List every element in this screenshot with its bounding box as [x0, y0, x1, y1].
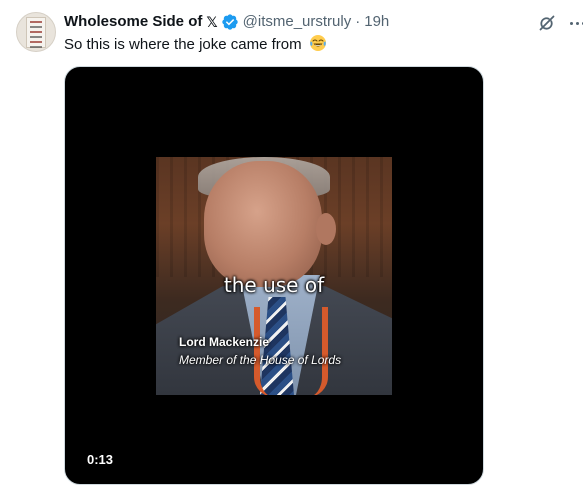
- video-subtitle: the use of: [223, 273, 325, 297]
- tweet-body: So this is where the joke came from: [64, 36, 302, 53]
- grok-icon: [539, 15, 555, 31]
- speaker-title: Member of the House of Lords: [179, 353, 342, 367]
- verified-badge-icon[interactable]: [221, 13, 239, 31]
- tweet-header: Wholesome Side of 𝕏 @itsme_urstruly · 19…: [64, 12, 389, 32]
- video-frame: the use of Lord Mackenzie Member of the …: [156, 157, 392, 395]
- laughing-tears-emoji-icon: [309, 35, 326, 51]
- grok-button[interactable]: [536, 12, 558, 34]
- tweet[interactable]: Wholesome Side of 𝕏 @itsme_urstruly · 19…: [0, 0, 583, 492]
- more-icon: [568, 21, 583, 25]
- post-time[interactable]: 19h: [364, 12, 389, 32]
- video-duration: 0:13: [81, 449, 120, 471]
- avatar[interactable]: [16, 12, 56, 52]
- video-player[interactable]: the use of Lord Mackenzie Member of the …: [64, 66, 484, 485]
- x-logo-glyph: 𝕏: [206, 14, 218, 30]
- avatar-image: [26, 17, 46, 48]
- author-handle[interactable]: @itsme_urstruly: [243, 12, 352, 32]
- display-name[interactable]: Wholesome Side of: [64, 12, 202, 32]
- separator-dot: ·: [355, 13, 361, 30]
- tweet-text: So this is where the joke came from: [64, 34, 327, 55]
- speaker-name: Lord Mackenzie: [179, 335, 270, 349]
- more-options-button[interactable]: [567, 12, 583, 34]
